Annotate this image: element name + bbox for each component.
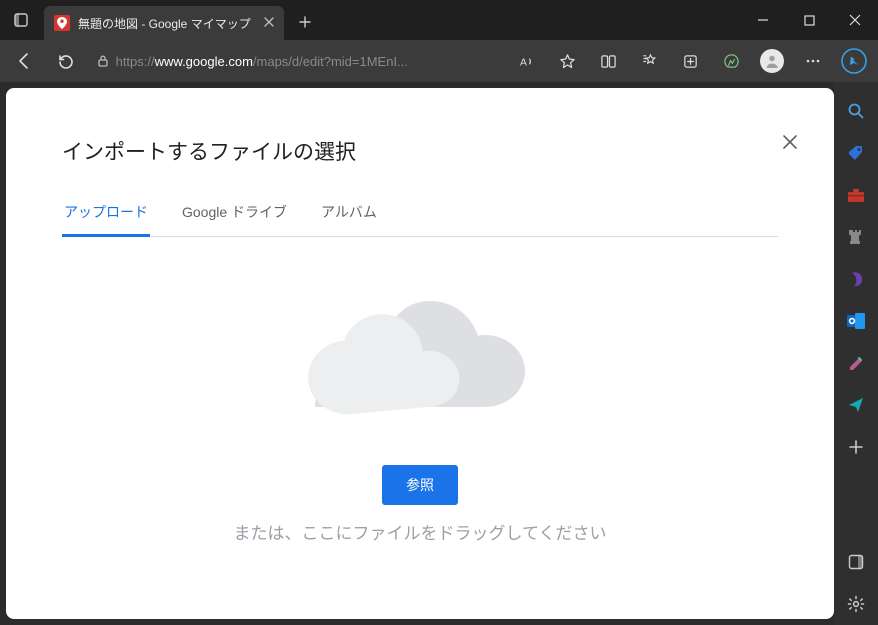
page-viewport: インポートするファイルの選択 アップロード Google ドライブ アルバム 参… [0,82,834,625]
send-icon[interactable] [842,391,870,419]
settings-icon[interactable] [842,590,870,618]
browser-toolbar: https://www.google.com/maps/d/edit?mid=1… [0,40,878,82]
upload-dropzone[interactable]: 参照 または、ここにファイルをドラッグしてください [62,237,778,544]
close-window-button[interactable] [832,0,878,40]
cloud-icon [295,287,545,427]
edit-icon[interactable] [842,349,870,377]
new-tab-button[interactable] [290,7,320,37]
collections-icon[interactable] [674,44,707,78]
chess-rook-icon[interactable] [842,223,870,251]
back-button[interactable] [8,44,41,78]
browse-button[interactable]: 参照 [382,465,458,505]
window-controls [740,0,878,40]
tab-title: 無題の地図 - Google マイマップ [78,15,254,32]
sidebar-toggle-icon[interactable] [842,548,870,576]
map-pin-icon [54,15,70,31]
site-info-icon[interactable] [90,54,116,68]
edge-sidebar [834,82,878,625]
performance-icon[interactable] [715,44,748,78]
toolbox-icon[interactable] [842,181,870,209]
close-icon[interactable] [782,134,798,155]
tab-google-drive[interactable]: Google ドライブ [180,194,289,236]
minimize-button[interactable] [740,0,786,40]
tab-album[interactable]: アルバム [319,194,379,236]
browser-tab[interactable]: 無題の地図 - Google マイマップ [44,6,284,40]
svg-text:A: A [520,57,527,68]
read-aloud-icon[interactable]: A [511,44,544,78]
drag-hint-text: または、ここにファイルをドラッグしてください [234,519,607,544]
bing-chat-icon[interactable] [837,44,870,78]
url-text: https://www.google.com/maps/d/edit?mid=1… [116,54,408,69]
maximize-button[interactable] [786,0,832,40]
tab-upload[interactable]: アップロード [62,194,150,236]
profile-avatar[interactable] [756,44,789,78]
import-file-modal: インポートするファイルの選択 アップロード Google ドライブ アルバム 参… [6,88,834,619]
modal-tabs: アップロード Google ドライブ アルバム [62,194,778,237]
search-icon[interactable] [842,97,870,125]
tab-close-icon[interactable] [264,16,274,30]
outlook-icon[interactable] [842,307,870,335]
split-screen-icon[interactable] [592,44,625,78]
favorites-bar-icon[interactable] [633,44,666,78]
address-bar[interactable]: https://www.google.com/maps/d/edit?mid=1… [90,46,495,76]
more-menu-icon[interactable] [796,44,829,78]
favorite-icon[interactable] [552,44,585,78]
window-titlebar: 無題の地図 - Google マイマップ [0,0,878,40]
tab-actions-icon[interactable] [8,7,34,33]
add-sidebar-item-icon[interactable] [842,433,870,461]
office-icon[interactable] [842,265,870,293]
shopping-tag-icon[interactable] [842,139,870,167]
refresh-button[interactable] [49,44,82,78]
modal-title: インポートするファイルの選択 [62,136,778,166]
